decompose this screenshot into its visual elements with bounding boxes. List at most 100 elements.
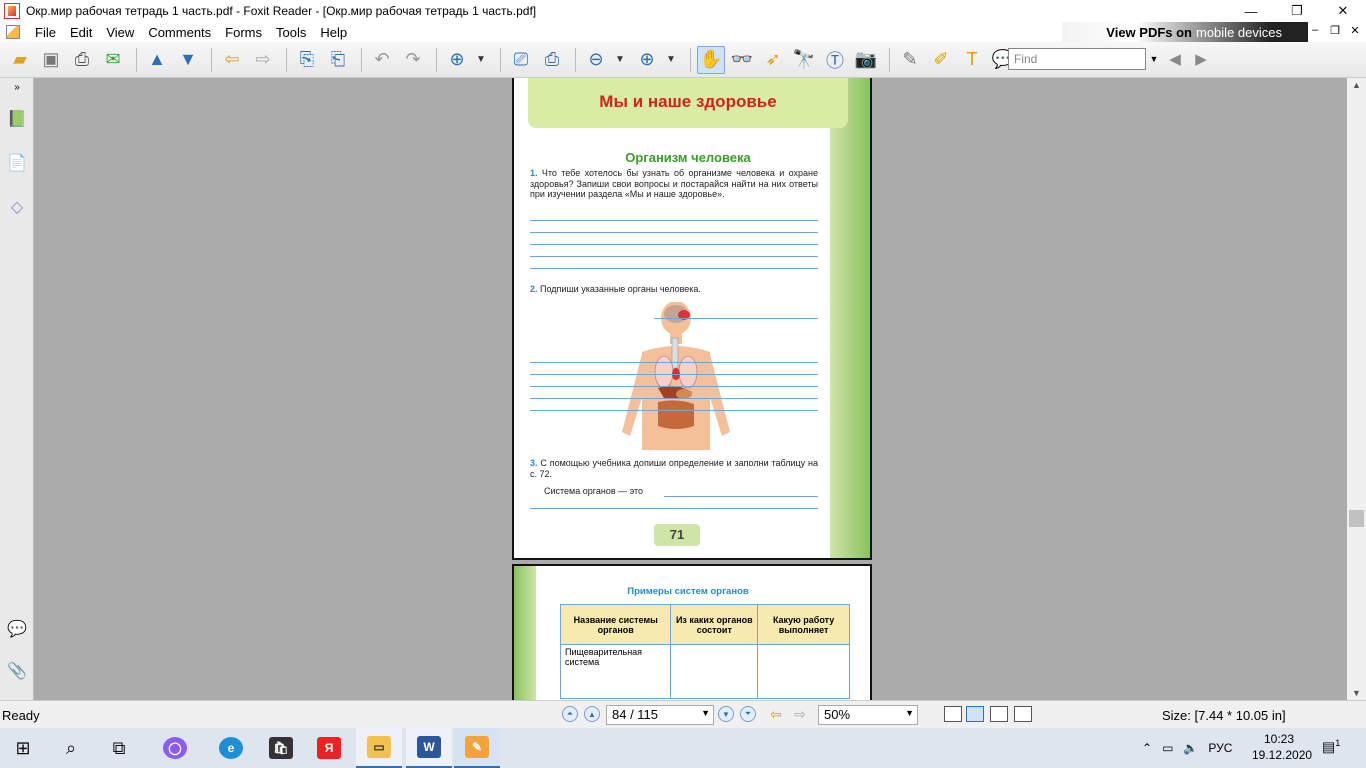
insert-pages-icon[interactable]: ⎗ bbox=[324, 46, 352, 74]
facing-layout-icon[interactable] bbox=[990, 706, 1008, 722]
textbox-icon[interactable]: T bbox=[958, 46, 986, 74]
maximize-button[interactable]: ❐ bbox=[1274, 0, 1320, 22]
search-icon[interactable]: 🔭 bbox=[790, 46, 818, 74]
zoom-out-icon[interactable]: ⊖ bbox=[582, 46, 610, 74]
zoom-dropdown-icon[interactable]: ▼ bbox=[905, 708, 914, 718]
vertical-scrollbar[interactable]: ▲ ▼ bbox=[1347, 78, 1366, 700]
extract-pages-icon[interactable]: ⎘ bbox=[293, 46, 321, 74]
open-icon[interactable]: ▰ bbox=[6, 46, 34, 74]
start-button-icon[interactable]: ⊞ bbox=[0, 728, 46, 768]
task-2: 2. Подпиши указанные органы человека. bbox=[530, 284, 818, 295]
save-icon[interactable]: ▣ bbox=[37, 46, 65, 74]
print-icon[interactable]: ⎙ bbox=[68, 46, 96, 74]
zoom-tool-dropdown-icon[interactable]: ▼ bbox=[474, 46, 488, 74]
page-number-input[interactable]: 84 / 115 ▼ bbox=[606, 705, 714, 725]
continuous-layout-icon[interactable] bbox=[966, 706, 984, 722]
comments-panel-icon[interactable]: 💬 bbox=[5, 616, 29, 642]
document-view[interactable]: Мы и наше здоровье Организм человека 1. … bbox=[35, 78, 1347, 700]
menu-comments[interactable]: Comments bbox=[141, 25, 218, 40]
menu-tools[interactable]: Tools bbox=[269, 25, 313, 40]
doc-close-button[interactable]: ✕ bbox=[1348, 24, 1362, 38]
alice-assistant-icon[interactable]: ◯ bbox=[152, 728, 198, 768]
fit-width-icon[interactable]: ⎙ bbox=[538, 46, 566, 74]
toolbar-separator bbox=[286, 47, 287, 72]
answer-line bbox=[530, 256, 818, 257]
definition-label: Система органов — это bbox=[544, 486, 644, 496]
task-view-icon[interactable]: ⧉ bbox=[96, 728, 142, 768]
clock[interactable]: 10:23 19.12.2020 bbox=[1252, 731, 1312, 763]
loupe-icon[interactable]: 👓 bbox=[728, 46, 756, 74]
zoom-in-tool-icon[interactable]: ⊕ bbox=[443, 46, 471, 74]
language-indicator[interactable]: РУС bbox=[1208, 741, 1232, 755]
next-page-icon[interactable]: ▼ bbox=[174, 46, 202, 74]
find-input[interactable]: Find bbox=[1008, 48, 1146, 70]
page-number: 71 bbox=[654, 524, 700, 546]
store-icon[interactable]: 🛍 bbox=[258, 728, 304, 768]
single-page-layout-icon[interactable] bbox=[944, 706, 962, 722]
task-1: 1. Что тебе хотелось бы узнать об органи… bbox=[530, 168, 818, 200]
minimize-button[interactable]: — bbox=[1228, 0, 1274, 22]
back-icon[interactable]: ⇦ bbox=[218, 46, 246, 74]
continuous-facing-layout-icon[interactable] bbox=[1014, 706, 1032, 722]
notification-center-icon[interactable]: ▤1 bbox=[1322, 738, 1346, 758]
menu-view[interactable]: View bbox=[99, 25, 141, 40]
undo-icon[interactable]: ↶ bbox=[368, 46, 396, 74]
zoom-level-input[interactable]: 50% ▼ bbox=[818, 705, 918, 725]
pages-icon[interactable]: 📄 bbox=[5, 150, 29, 176]
find-dropdown-icon[interactable]: ▼ bbox=[1148, 48, 1160, 70]
zoom-in-icon[interactable]: ⊕ bbox=[633, 46, 661, 74]
menu-file[interactable]: File bbox=[28, 25, 63, 40]
volume-icon[interactable]: 🔈 bbox=[1183, 741, 1198, 755]
bookmarks-icon[interactable]: 📗 bbox=[5, 106, 29, 132]
toolbar-separator bbox=[690, 47, 691, 72]
typewriter-icon[interactable]: ✎ bbox=[896, 46, 924, 74]
previous-page-icon[interactable]: ▲ bbox=[584, 706, 600, 722]
close-button[interactable]: ✕ bbox=[1320, 0, 1366, 22]
fit-page-icon[interactable]: ⎚ bbox=[507, 46, 535, 74]
network-icon[interactable]: ▭ bbox=[1162, 741, 1173, 755]
previous-view-icon[interactable]: ⇦ bbox=[768, 706, 784, 722]
prev-page-icon[interactable]: ▲ bbox=[143, 46, 171, 74]
scroll-up-icon[interactable]: ▲ bbox=[1352, 80, 1361, 90]
zoom-out-dropdown-icon[interactable]: ▼ bbox=[613, 46, 627, 74]
file-explorer-icon[interactable]: ▭ bbox=[356, 728, 402, 768]
ad-banner[interactable]: View PDFs on mobile devices bbox=[1062, 22, 1308, 42]
menu-help[interactable]: Help bbox=[313, 25, 354, 40]
find-next-icon[interactable]: ▶ bbox=[1190, 48, 1212, 70]
scrollbar-thumb[interactable] bbox=[1349, 510, 1364, 527]
page-dropdown-icon[interactable]: ▼ bbox=[701, 708, 710, 718]
yandex-browser-icon[interactable]: Я bbox=[306, 728, 352, 768]
hand-tool-icon[interactable]: ✋ bbox=[697, 45, 725, 74]
doc-minimize-button[interactable]: – bbox=[1308, 24, 1322, 38]
select-annotation-icon[interactable]: ➶ bbox=[759, 46, 787, 74]
forward-icon[interactable]: ⇨ bbox=[249, 46, 277, 74]
page-header-title: Мы и наше здоровье bbox=[599, 92, 777, 111]
email-icon[interactable]: ✉ bbox=[99, 46, 127, 74]
expand-panel-icon[interactable]: » bbox=[5, 80, 29, 94]
redo-icon[interactable]: ↷ bbox=[399, 46, 427, 74]
search-taskbar-icon[interactable]: ⌕ bbox=[48, 728, 94, 768]
select-text-icon[interactable]: Ⓣ bbox=[821, 46, 849, 74]
snapshot-icon[interactable]: 📷 bbox=[852, 46, 880, 74]
layers-icon[interactable]: ◇ bbox=[5, 194, 29, 220]
notification-count: 1 bbox=[1335, 738, 1341, 748]
table-header: Название системы органов bbox=[559, 604, 672, 645]
scroll-down-icon[interactable]: ▼ bbox=[1352, 688, 1361, 698]
menu-edit[interactable]: Edit bbox=[63, 25, 99, 40]
next-view-icon[interactable]: ⇨ bbox=[792, 706, 808, 722]
zoom-in-dropdown-icon[interactable]: ▼ bbox=[664, 46, 678, 74]
first-page-icon[interactable]: ⏶ bbox=[562, 706, 578, 722]
foxit-taskbar-icon[interactable]: ✎ bbox=[454, 728, 500, 768]
organ-label-line bbox=[530, 362, 818, 363]
word-icon[interactable]: W bbox=[406, 728, 452, 768]
last-page-icon[interactable]: ⏷ bbox=[740, 706, 756, 722]
find-previous-icon[interactable]: ◀ bbox=[1164, 48, 1186, 70]
doc-restore-button[interactable]: ❐ bbox=[1328, 24, 1342, 38]
edge-browser-icon[interactable]: e bbox=[208, 728, 254, 768]
show-hidden-icons-icon[interactable]: ⌃ bbox=[1142, 741, 1152, 755]
next-page-icon[interactable]: ▼ bbox=[718, 706, 734, 722]
menu-forms[interactable]: Forms bbox=[218, 25, 269, 40]
highlight-icon[interactable]: ✐ bbox=[927, 46, 955, 74]
table-header: Какую работу выполняет bbox=[757, 604, 850, 645]
attachments-icon[interactable]: 📎 bbox=[5, 658, 29, 684]
